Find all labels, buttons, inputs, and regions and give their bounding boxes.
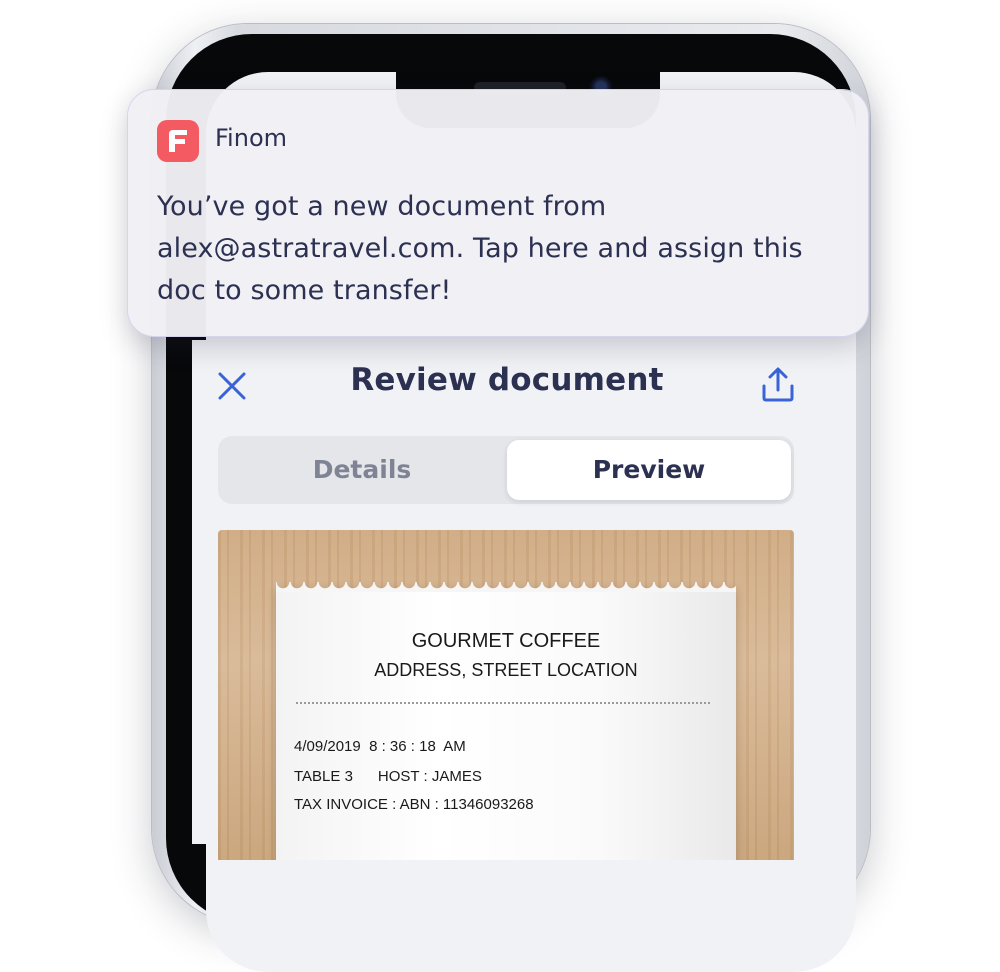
notification-app-name: Finom bbox=[215, 124, 287, 152]
receipt-datetime: 4/09/2019 8 : 36 : 18 AM bbox=[294, 738, 466, 755]
receipt-table-host: TABLE 3 HOST : JAMES bbox=[294, 768, 482, 785]
page-title: Review document bbox=[350, 362, 664, 398]
receipt-tax-invoice: TAX INVOICE : ABN : 11346093268 bbox=[294, 796, 534, 813]
receipt-divider bbox=[296, 702, 710, 704]
push-notification[interactable]: Finom You’ve got a new document from ale… bbox=[128, 90, 868, 336]
receipt-merchant: GOURMET COFFEE bbox=[411, 630, 601, 652]
tab-preview[interactable]: Preview bbox=[507, 440, 791, 500]
receipt-image: GOURMET COFFEE ADDRESS, STREET LOCATION … bbox=[276, 582, 736, 860]
top-bar: Review document bbox=[192, 340, 822, 430]
receipt-address: ADDRESS, STREET LOCATION bbox=[374, 660, 638, 680]
review-document-screen: Review document Details Preview GOURMET … bbox=[192, 340, 822, 860]
notification-message: You’ve got a new document from alex@astr… bbox=[157, 191, 803, 306]
segmented-control: Details Preview bbox=[218, 436, 794, 504]
share-button[interactable] bbox=[758, 364, 798, 404]
tab-details[interactable]: Details bbox=[222, 440, 502, 500]
receipt-torn-edge bbox=[276, 582, 736, 592]
finom-logo-icon bbox=[157, 120, 199, 162]
share-icon bbox=[762, 367, 794, 402]
document-preview[interactable]: GOURMET COFFEE ADDRESS, STREET LOCATION … bbox=[218, 530, 794, 860]
